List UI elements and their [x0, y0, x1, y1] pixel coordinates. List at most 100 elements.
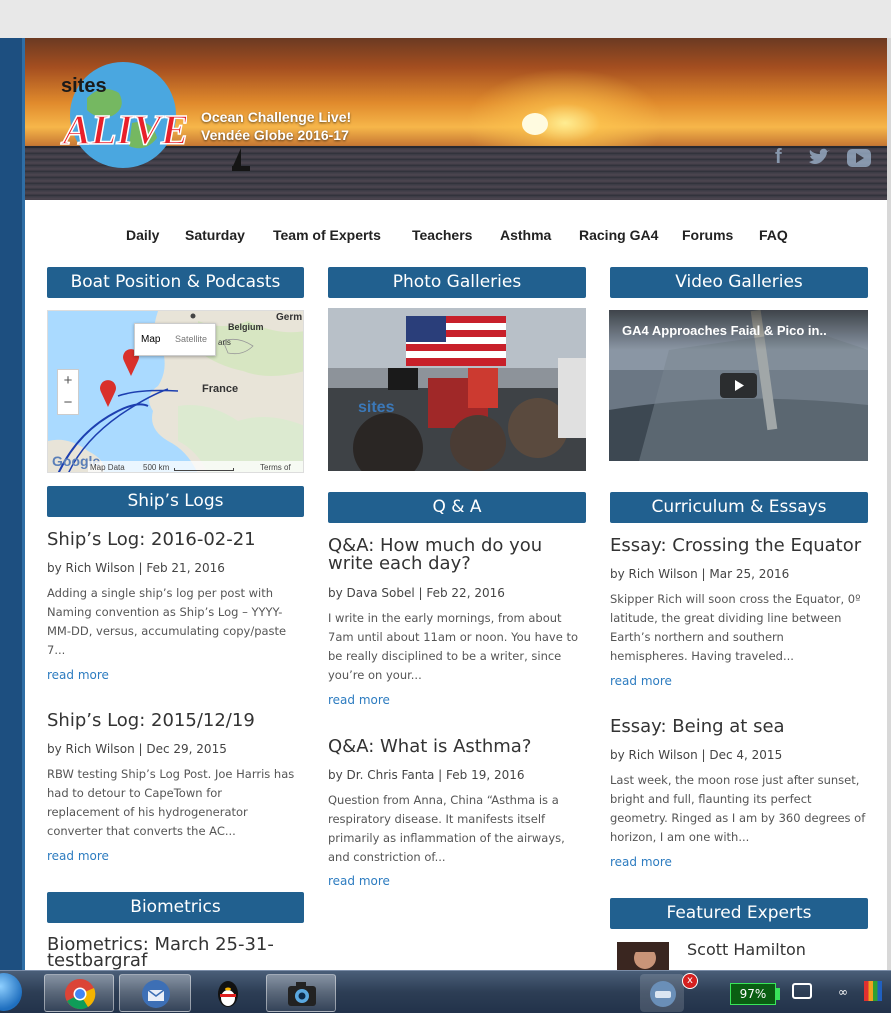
nav-item-team-of-experts[interactable]: Team of Experts: [273, 227, 381, 243]
taskbar-chrome-button[interactable]: [44, 974, 114, 1012]
map-scale: 500 km: [143, 463, 170, 472]
zoom-in-button[interactable]: +: [58, 370, 78, 392]
excerpt-line: I write in the early mornings, from abou…: [328, 611, 562, 625]
excerpt-line: primarily as inflammation of the airways…: [328, 831, 565, 845]
excerpt-line: bright and full, flaunting its perfect: [610, 792, 812, 806]
network-car-icon: [650, 981, 676, 1007]
excerpt-line: replacement of his hydrogenerator: [47, 805, 248, 819]
browser-top-bar: [0, 0, 891, 38]
section-boat-position-podcasts[interactable]: Boat Position & Podcasts: [47, 267, 304, 298]
excerpt-line: Last week, the moon rose just after suns…: [610, 773, 860, 787]
sailboat-icon: [232, 148, 250, 171]
section-video-galleries[interactable]: Video Galleries: [610, 267, 868, 298]
section-photo-galleries[interactable]: Photo Galleries: [328, 267, 586, 298]
power-plug-icon[interactable]: [792, 983, 812, 999]
zoom-out-button[interactable]: −: [58, 392, 78, 414]
excerpt-line: Naming convention as Ship’s Log – YYYY-: [47, 605, 283, 619]
map-type-satellite-button[interactable]: Satellite: [175, 334, 207, 344]
excerpt-line: respiratory disease. It manifests itself: [328, 812, 546, 826]
excerpt-line: Skipper Rich will soon cross the Equator…: [610, 592, 861, 606]
ships-log-read-more-2[interactable]: read more: [47, 849, 109, 863]
qa-read-more-2[interactable]: read more: [328, 874, 390, 888]
notification-badge[interactable]: x: [682, 973, 698, 989]
tagline-line-1: Ocean Challenge Live!: [201, 109, 352, 125]
map-footer: Map Data 500 km Terms of Use: [88, 461, 303, 472]
color-tray-icon[interactable]: [864, 981, 882, 1001]
title-line: Q&A: What is Asthma?: [328, 736, 532, 757]
logo-text-alive: ALIVE!: [60, 108, 187, 154]
essay-meta-2: by Rich Wilson | Dec 4, 2015: [610, 748, 783, 762]
ships-log-excerpt-1: Adding a single ship’s log per post with…: [47, 584, 307, 660]
photo-scene: sites: [328, 308, 586, 471]
map-label-belgium: Belgium: [228, 322, 264, 332]
expert-name[interactable]: Scott Hamilton: [687, 940, 806, 959]
battery-tip: [776, 988, 780, 1000]
nav-item-daily[interactable]: Daily: [126, 227, 159, 243]
thunderbird-icon: [142, 980, 170, 1008]
nav-item-asthma[interactable]: Asthma: [500, 227, 551, 243]
map-scale-bar: [174, 468, 234, 471]
boat-position-map[interactable]: Map Satellite Belgium Germ aris France +…: [47, 310, 304, 473]
excerpt-line: MM-DD, versus, accumulating copy/paste: [47, 624, 287, 638]
video-play-button[interactable]: [720, 373, 757, 398]
nav-item-teachers[interactable]: Teachers: [412, 227, 472, 243]
essay-title-2[interactable]: Essay: Being at sea: [610, 717, 785, 737]
ships-log-title-2[interactable]: Ship’s Log: 2015/12/19: [47, 711, 255, 731]
taskbar-camera-button[interactable]: [266, 974, 336, 1012]
excerpt-line: hemispheres. Having traveled...: [610, 649, 794, 663]
video-title[interactable]: GA4 Approaches Faial & Pico in..: [622, 323, 827, 338]
essay-read-more-1[interactable]: read more: [610, 674, 672, 688]
twitter-icon[interactable]: [807, 148, 831, 168]
essay-meta-1: by Rich Wilson | Mar 25, 2016: [610, 567, 790, 581]
nav-item-forums[interactable]: Forums: [682, 227, 733, 243]
nav-item-faq[interactable]: FAQ: [759, 227, 788, 243]
section-curriculum-essays[interactable]: Curriculum & Essays: [610, 492, 868, 523]
photo-overlay-text: sites: [358, 399, 395, 416]
excerpt-line: you’re on your...: [328, 668, 422, 682]
ships-log-title-1[interactable]: Ship’s Log: 2016-02-21: [47, 530, 256, 550]
section-qa[interactable]: Q & A: [328, 492, 586, 523]
map-data-link[interactable]: Map Data: [90, 461, 125, 472]
essay-title-1[interactable]: Essay: Crossing the Equator: [610, 536, 861, 556]
map-zoom-control: + −: [57, 369, 79, 415]
map-label-paris: aris: [218, 338, 231, 347]
map-terms-link[interactable]: Terms of Use: [260, 461, 303, 472]
taskbar-tray-app-button[interactable]: [640, 974, 684, 1012]
essay-read-more-2[interactable]: read more: [610, 855, 672, 869]
section-ships-logs[interactable]: Ship’s Logs: [47, 486, 304, 517]
facebook-icon[interactable]: f: [775, 146, 782, 169]
photo-gallery-image[interactable]: sites: [328, 308, 586, 471]
section-biometrics[interactable]: Biometrics: [47, 892, 304, 923]
map-type-control: Map Satellite: [134, 323, 216, 356]
qa-read-more-1[interactable]: read more: [328, 693, 390, 707]
expert-avatar[interactable]: [617, 942, 669, 972]
section-featured-experts[interactable]: Featured Experts: [610, 898, 868, 929]
map-type-map-button[interactable]: Map: [141, 334, 160, 345]
battery-indicator[interactable]: 97%: [730, 983, 776, 1005]
qa-excerpt-2: Question from Anna, China “Asthma is a r…: [328, 791, 593, 867]
excerpt-line: 7...: [47, 643, 66, 657]
qa-title-1[interactable]: Q&A: How much do you write each day?: [328, 537, 542, 573]
camera-icon: [288, 982, 316, 1006]
start-button[interactable]: [0, 973, 22, 1011]
youtube-icon[interactable]: [847, 149, 871, 167]
taskbar-thunderbird-button[interactable]: [119, 974, 191, 1012]
expert-portrait: [617, 942, 669, 972]
map-marker-icon[interactable]: [99, 379, 117, 407]
infinity-tray-icon[interactable]: ∞: [838, 985, 848, 999]
main-nav: Daily Saturday Team of Experts Teachers …: [25, 224, 887, 248]
map-label-germany: Germ: [276, 312, 303, 323]
ships-log-read-more-1[interactable]: read more: [47, 668, 109, 682]
excerpt-line: Earth’s northern and southern: [610, 630, 784, 644]
ships-log-meta-2: by Rich Wilson | Dec 29, 2015: [47, 742, 227, 756]
nav-item-saturday[interactable]: Saturday: [185, 227, 245, 243]
nav-item-racing-ga4[interactable]: Racing GA4: [579, 227, 658, 243]
qa-title-2[interactable]: Q&A: What is Asthma?: [328, 737, 531, 757]
excerpt-line: Question from Anna, China “Asthma is a: [328, 793, 559, 807]
video-gallery-player[interactable]: GA4 Approaches Faial & Pico in..: [609, 310, 868, 461]
excerpt-line: be really disciplined to be a writer, si…: [328, 649, 562, 663]
essay-excerpt-2: Last week, the moon rose just after suns…: [610, 771, 878, 847]
sites-alive-logo[interactable]: sites ALIVE!: [57, 58, 187, 170]
taskbar-qq-button[interactable]: [196, 974, 260, 1012]
biometrics-post-title[interactable]: Biometrics: March 25-31- testbargraf: [47, 936, 274, 970]
